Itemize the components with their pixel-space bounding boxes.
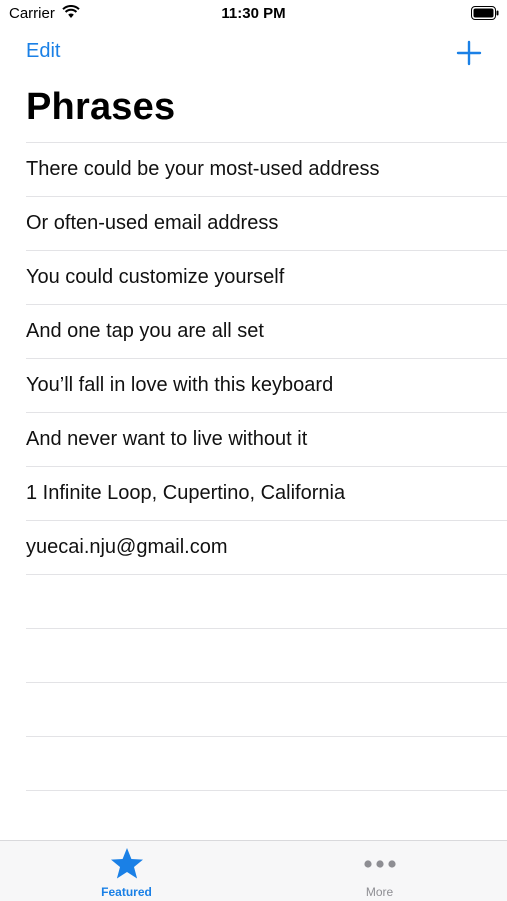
- tab-bar: Featured More: [0, 840, 507, 901]
- list-item[interactable]: And one tap you are all set: [26, 304, 507, 358]
- list-item[interactable]: You’ll fall in love with this keyboard: [26, 358, 507, 412]
- status-bar: Carrier 11:30 PM: [0, 0, 507, 28]
- clock: 11:30 PM: [221, 5, 286, 22]
- list-item-label: You could customize yourself: [26, 266, 285, 288]
- list-item[interactable]: 1 Infinite Loop, Cupertino, California: [26, 466, 507, 520]
- empty-row: [26, 682, 507, 736]
- list-item[interactable]: yuecai.nju@gmail.com: [26, 520, 507, 574]
- star-icon: [109, 847, 145, 886]
- list-item[interactable]: There could be your most-used address: [26, 142, 507, 196]
- edit-button[interactable]: Edit: [26, 40, 60, 63]
- empty-row: [26, 736, 507, 790]
- plus-icon: [456, 40, 482, 66]
- list-item-label: yuecai.nju@gmail.com: [26, 536, 228, 558]
- tab-more[interactable]: More: [253, 841, 506, 901]
- tab-featured[interactable]: Featured: [0, 841, 253, 901]
- list-item[interactable]: Or often-used email address: [26, 196, 507, 250]
- list-item-label: And one tap you are all set: [26, 320, 264, 342]
- page-title: Phrases: [26, 86, 176, 128]
- add-button[interactable]: [456, 40, 482, 66]
- list-item-label: You’ll fall in love with this keyboard: [26, 374, 334, 396]
- list-item-label: Or often-used email address: [26, 212, 279, 234]
- list-item[interactable]: You could customize yourself: [26, 250, 507, 304]
- tab-more-label: More: [365, 885, 394, 899]
- empty-row: [26, 790, 507, 844]
- battery-icon: [471, 6, 499, 25]
- list-item-label: There could be your most-used address: [26, 158, 380, 180]
- empty-row: [26, 574, 507, 628]
- empty-row: [26, 628, 507, 682]
- list-item-label: And never want to live without it: [26, 428, 308, 450]
- more-dots-icon: [363, 847, 397, 886]
- tab-featured-label: Featured: [101, 885, 152, 899]
- list-item-label: 1 Infinite Loop, Cupertino, California: [26, 482, 346, 504]
- list-item[interactable]: And never want to live without it: [26, 412, 507, 466]
- phrase-list: There could be your most-used address Or…: [0, 142, 507, 844]
